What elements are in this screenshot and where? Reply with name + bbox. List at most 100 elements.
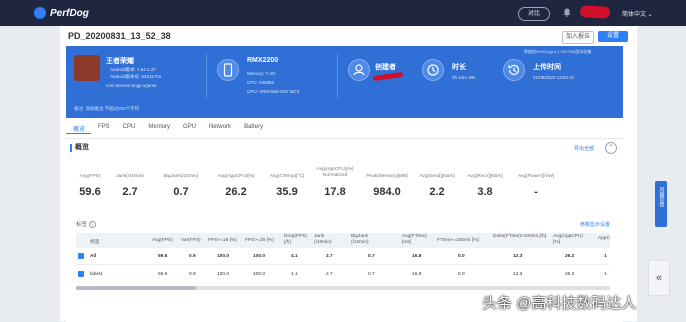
brand-logo[interactable]: PerfDog [34, 6, 89, 20]
table-cell: 4.1 [291, 272, 298, 277]
device-memory: Memory: 7.4G [247, 71, 276, 76]
metric-label: Avg(FPS) [79, 174, 101, 179]
language-selector[interactable]: 简体中文 ⌄ [622, 9, 653, 18]
metric-label: Avg(AppCPU)[%] [217, 174, 255, 179]
perfdog-logo-icon [34, 7, 46, 19]
table-cell: 100.0 [253, 254, 266, 259]
column-header: FPS>=18 [%] [208, 238, 237, 243]
table-cell: 0.9 [189, 254, 196, 259]
tab-overview[interactable]: 概览 [66, 120, 92, 134]
device-icon [217, 59, 239, 81]
table-cell: 0.9 [189, 272, 196, 277]
table-cell: 0.7 [368, 272, 375, 277]
metric-label: Avg(AppCPU)[%] Normalized [316, 167, 354, 178]
feedback-tab[interactable]: 问题反馈 [655, 181, 667, 227]
bell-icon[interactable] [563, 8, 571, 17]
compare-button[interactable]: 对比 [518, 7, 550, 21]
metric-value: 59.6 [79, 186, 101, 198]
column-header: Avg(FPS) [152, 238, 173, 243]
table-cell: 2.7 [326, 272, 333, 277]
table-cell: 16.8 [412, 254, 422, 259]
tab-fps[interactable]: FPS [91, 120, 116, 134]
chevron-up-icon[interactable]: ⌃ [605, 142, 617, 154]
metric-label: Avg(Power)[mW] [517, 174, 555, 179]
metric-value: 984.0 [373, 186, 401, 198]
tab-network[interactable]: Network [202, 120, 237, 134]
table-cell: 59.6 [158, 254, 168, 259]
column-header: Jank (/10min) [314, 234, 332, 245]
app-build: Android版本号: 54011701 [110, 74, 162, 79]
tags-label: 标签 [76, 222, 88, 228]
table-cell: 2.7 [326, 254, 333, 259]
table-cell: 1 [604, 272, 607, 277]
metric-value: 17.8 [324, 186, 346, 198]
tab-gpu[interactable]: GPU [176, 120, 202, 134]
table-cell: 1 [604, 254, 607, 259]
user-avatar-redacted[interactable] [579, 5, 611, 19]
column-header: Delta(FTime)>100ms [/h] [493, 234, 547, 239]
metric-value: 0.7 [173, 186, 189, 198]
feedback-label: 问题反馈 [658, 187, 665, 207]
duration-label: 时长 [452, 64, 466, 71]
add-to-report-button[interactable]: 加入报告 [562, 31, 594, 44]
table-cell: All [90, 254, 97, 259]
metric-value: - [534, 186, 538, 198]
column-header: Drop(FPS) [/h] [284, 234, 307, 245]
table-cell: 0.0 [458, 254, 465, 259]
row-divider [76, 264, 610, 265]
app-name: 王者荣耀 [106, 58, 134, 65]
version-note: 数据由PerfDog(v4.1.200708)版本收集 [524, 49, 592, 54]
creator-label: 创建者 [375, 64, 396, 71]
app-version: Android版本: 1.54.1.37 [110, 67, 156, 72]
table-cell: 12.3 [513, 254, 523, 259]
metric-value: 35.9 [276, 186, 298, 198]
settings-button[interactable]: 设置 [598, 31, 628, 42]
table-cell: 16.8 [412, 272, 422, 277]
watermark: 头条 @高科技数码达人 [482, 295, 637, 312]
tab-memory[interactable]: Memory [141, 120, 176, 134]
table-cell: label1 [90, 272, 103, 277]
language-label: 简体中文 [622, 12, 647, 18]
table-cell: 26.2 [565, 272, 575, 277]
tab-cpu[interactable]: CPU [116, 120, 142, 134]
table-cell: 4.1 [291, 254, 298, 259]
metric-value: 2.2 [429, 186, 445, 198]
overview-heading: 概览 [70, 144, 89, 152]
banner-divider [206, 54, 207, 98]
column-header: 标签 [90, 240, 100, 245]
banner-divider [337, 54, 338, 98]
table-cell: 0.7 [368, 254, 375, 259]
user-icon [348, 59, 370, 81]
clock-icon [422, 59, 444, 81]
export-all-link[interactable]: 导出全部 [574, 145, 594, 152]
device-cpu: CPU: mt6853 [247, 80, 275, 85]
metric-label: Jank(/10min) [116, 174, 144, 179]
metric-label: BigJank(/10min) [163, 174, 199, 179]
scrollbar-thumb[interactable] [76, 286, 196, 290]
column-header: Avg(FTime) [ms] [402, 234, 427, 245]
table-cell: 100.0 [217, 254, 230, 259]
column-header: FPS>=25 [%] [245, 238, 274, 243]
upload-time-value: 31/08/2020 13:52:41 [533, 75, 575, 80]
row-checkbox[interactable] [78, 253, 84, 259]
remark[interactable]: 备注: 添加备注 不超过200个字符 [74, 106, 139, 112]
table-cell: 12.3 [513, 272, 523, 277]
collapse-sidebar-button[interactable]: « [648, 260, 670, 296]
tab-battery[interactable]: Battery [237, 120, 269, 134]
column-header: AppC [598, 236, 610, 241]
metric-label: Avg(Send)[KB/s] [419, 174, 455, 179]
column-header: FTime>=100ms [%] [437, 238, 479, 243]
column-settings-link[interactable]: 参数显示设置 [580, 221, 610, 228]
row-checkbox[interactable] [78, 271, 84, 277]
upload-time-label: 上传时间 [533, 64, 561, 71]
help-icon[interactable]: ? [88, 221, 96, 229]
table-cell: 100.0 [253, 272, 266, 277]
package-name: com.tencent.tmgp.sgame [106, 83, 157, 88]
session-title: PD_20200831_13_52_38 [68, 31, 171, 41]
column-header: Avg(AppCPU) [%] [553, 234, 584, 245]
table-cell: 26.2 [565, 254, 575, 259]
metric-value: 26.2 [225, 186, 247, 198]
device-name: RMX2200 [247, 57, 279, 64]
table-cell: 0.0 [458, 272, 465, 277]
metric-value: 3.8 [477, 186, 493, 198]
